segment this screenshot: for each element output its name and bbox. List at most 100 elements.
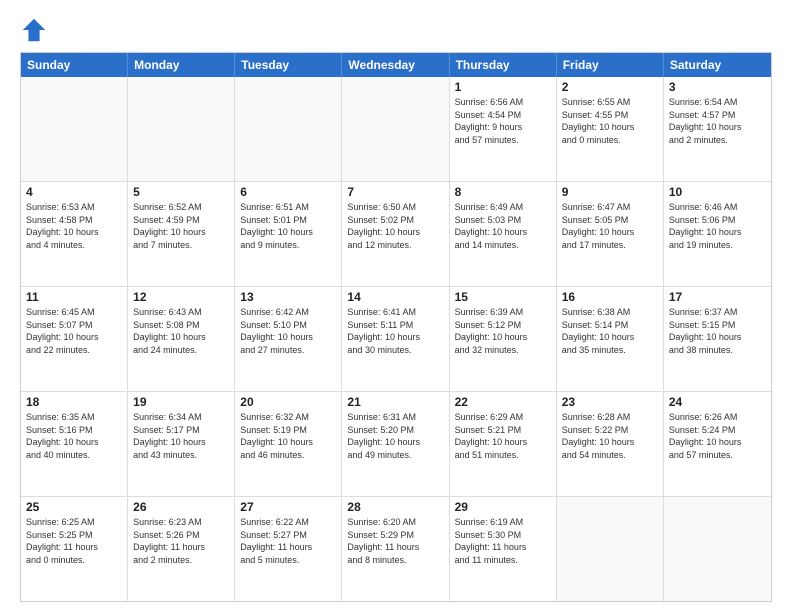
calendar-row: 18 Sunrise: 6:35 AMSunset: 5:16 PMDayligh… [21, 392, 771, 497]
calendar-cell: 25 Sunrise: 6:25 AMSunset: 5:25 PMDayligh… [21, 497, 128, 601]
day-info: Sunrise: 6:38 AMSunset: 5:14 PMDaylight:… [562, 306, 658, 356]
day-number: 17 [669, 290, 766, 304]
calendar-header-cell: Tuesday [235, 53, 342, 77]
day-info: Sunrise: 6:42 AMSunset: 5:10 PMDaylight:… [240, 306, 336, 356]
day-number: 7 [347, 185, 443, 199]
day-number: 29 [455, 500, 551, 514]
day-info: Sunrise: 6:19 AMSunset: 5:30 PMDaylight:… [455, 516, 551, 566]
day-info: Sunrise: 6:23 AMSunset: 5:26 PMDaylight:… [133, 516, 229, 566]
calendar-header-cell: Friday [557, 53, 664, 77]
day-info: Sunrise: 6:50 AMSunset: 5:02 PMDaylight:… [347, 201, 443, 251]
day-number: 20 [240, 395, 336, 409]
day-info: Sunrise: 6:32 AMSunset: 5:19 PMDaylight:… [240, 411, 336, 461]
page: SundayMondayTuesdayWednesdayThursdayFrid… [0, 0, 792, 612]
calendar-header-cell: Thursday [450, 53, 557, 77]
day-number: 15 [455, 290, 551, 304]
calendar-row: 25 Sunrise: 6:25 AMSunset: 5:25 PMDayligh… [21, 497, 771, 601]
day-number: 25 [26, 500, 122, 514]
calendar-cell: 14 Sunrise: 6:41 AMSunset: 5:11 PMDayligh… [342, 287, 449, 391]
calendar-cell [21, 77, 128, 181]
calendar-cell: 29 Sunrise: 6:19 AMSunset: 5:30 PMDayligh… [450, 497, 557, 601]
calendar-row: 4 Sunrise: 6:53 AMSunset: 4:58 PMDaylight… [21, 182, 771, 287]
calendar-cell [557, 497, 664, 601]
day-number: 18 [26, 395, 122, 409]
day-info: Sunrise: 6:43 AMSunset: 5:08 PMDaylight:… [133, 306, 229, 356]
calendar-header-row: SundayMondayTuesdayWednesdayThursdayFrid… [21, 53, 771, 77]
calendar-cell: 7 Sunrise: 6:50 AMSunset: 5:02 PMDaylight… [342, 182, 449, 286]
calendar-cell: 9Sunrise: 6:47 AMSunset: 5:05 PMDaylight… [557, 182, 664, 286]
day-number: 24 [669, 395, 766, 409]
logo-icon [20, 16, 48, 44]
calendar-cell: 28 Sunrise: 6:20 AMSunset: 5:29 PMDayligh… [342, 497, 449, 601]
calendar-cell: 1 Sunrise: 6:56 AMSunset: 4:54 PMDaylight… [450, 77, 557, 181]
calendar-cell [664, 497, 771, 601]
calendar-cell: 20 Sunrise: 6:32 AMSunset: 5:19 PMDayligh… [235, 392, 342, 496]
day-number: 3 [669, 80, 766, 94]
calendar-cell: 23 Sunrise: 6:28 AMSunset: 5:22 PMDayligh… [557, 392, 664, 496]
day-number: 2 [562, 80, 658, 94]
day-number: 9 [562, 185, 658, 199]
calendar-cell: 4 Sunrise: 6:53 AMSunset: 4:58 PMDaylight… [21, 182, 128, 286]
day-info: Sunrise: 6:41 AMSunset: 5:11 PMDaylight:… [347, 306, 443, 356]
calendar-cell: 10Sunrise: 6:46 AMSunset: 5:06 PMDayligh… [664, 182, 771, 286]
day-info: Sunrise: 6:52 AMSunset: 4:59 PMDaylight:… [133, 201, 229, 251]
day-number: 10 [669, 185, 766, 199]
day-info: Sunrise: 6:28 AMSunset: 5:22 PMDaylight:… [562, 411, 658, 461]
day-number: 8 [455, 185, 551, 199]
calendar-header-cell: Wednesday [342, 53, 449, 77]
calendar-cell: 16 Sunrise: 6:38 AMSunset: 5:14 PMDayligh… [557, 287, 664, 391]
day-number: 16 [562, 290, 658, 304]
calendar-cell: 21 Sunrise: 6:31 AMSunset: 5:20 PMDayligh… [342, 392, 449, 496]
day-number: 5 [133, 185, 229, 199]
day-number: 28 [347, 500, 443, 514]
day-info: Sunrise: 6:26 AMSunset: 5:24 PMDaylight:… [669, 411, 766, 461]
day-number: 22 [455, 395, 551, 409]
calendar: SundayMondayTuesdayWednesdayThursdayFrid… [20, 52, 772, 602]
day-info: Sunrise: 6:55 AMSunset: 4:55 PMDaylight:… [562, 96, 658, 146]
day-info: Sunrise: 6:56 AMSunset: 4:54 PMDaylight:… [455, 96, 551, 146]
calendar-cell: 6Sunrise: 6:51 AMSunset: 5:01 PMDaylight… [235, 182, 342, 286]
day-info: Sunrise: 6:29 AMSunset: 5:21 PMDaylight:… [455, 411, 551, 461]
calendar-header-cell: Saturday [664, 53, 771, 77]
day-number: 13 [240, 290, 336, 304]
day-number: 11 [26, 290, 122, 304]
calendar-cell: 8Sunrise: 6:49 AMSunset: 5:03 PMDaylight… [450, 182, 557, 286]
logo [20, 16, 52, 44]
calendar-cell: 12 Sunrise: 6:43 AMSunset: 5:08 PMDayligh… [128, 287, 235, 391]
calendar-cell: 2 Sunrise: 6:55 AMSunset: 4:55 PMDaylight… [557, 77, 664, 181]
calendar-cell: 11 Sunrise: 6:45 AMSunset: 5:07 PMDayligh… [21, 287, 128, 391]
day-number: 23 [562, 395, 658, 409]
day-info: Sunrise: 6:31 AMSunset: 5:20 PMDaylight:… [347, 411, 443, 461]
day-info: Sunrise: 6:53 AMSunset: 4:58 PMDaylight:… [26, 201, 122, 251]
day-number: 12 [133, 290, 229, 304]
day-info: Sunrise: 6:22 AMSunset: 5:27 PMDaylight:… [240, 516, 336, 566]
day-number: 27 [240, 500, 336, 514]
day-info: Sunrise: 6:25 AMSunset: 5:25 PMDaylight:… [26, 516, 122, 566]
calendar-cell: 19 Sunrise: 6:34 AMSunset: 5:17 PMDayligh… [128, 392, 235, 496]
calendar-cell: 22 Sunrise: 6:29 AMSunset: 5:21 PMDayligh… [450, 392, 557, 496]
day-info: Sunrise: 6:34 AMSunset: 5:17 PMDaylight:… [133, 411, 229, 461]
day-number: 4 [26, 185, 122, 199]
calendar-cell: 27 Sunrise: 6:22 AMSunset: 5:27 PMDayligh… [235, 497, 342, 601]
calendar-cell: 17Sunrise: 6:37 AMSunset: 5:15 PMDayligh… [664, 287, 771, 391]
header [20, 16, 772, 44]
day-info: Sunrise: 6:54 AMSunset: 4:57 PMDaylight:… [669, 96, 766, 146]
day-number: 1 [455, 80, 551, 94]
calendar-cell [235, 77, 342, 181]
calendar-cell: 13 Sunrise: 6:42 AMSunset: 5:10 PMDayligh… [235, 287, 342, 391]
calendar-header-cell: Monday [128, 53, 235, 77]
day-number: 21 [347, 395, 443, 409]
calendar-cell: 26Sunrise: 6:23 AMSunset: 5:26 PMDayligh… [128, 497, 235, 601]
day-number: 19 [133, 395, 229, 409]
calendar-cell: 24 Sunrise: 6:26 AMSunset: 5:24 PMDayligh… [664, 392, 771, 496]
calendar-cell [342, 77, 449, 181]
calendar-body: 1 Sunrise: 6:56 AMSunset: 4:54 PMDaylight… [21, 77, 771, 601]
day-info: Sunrise: 6:35 AMSunset: 5:16 PMDaylight:… [26, 411, 122, 461]
day-info: Sunrise: 6:20 AMSunset: 5:29 PMDaylight:… [347, 516, 443, 566]
calendar-row: 11 Sunrise: 6:45 AMSunset: 5:07 PMDayligh… [21, 287, 771, 392]
calendar-row: 1 Sunrise: 6:56 AMSunset: 4:54 PMDaylight… [21, 77, 771, 182]
day-info: Sunrise: 6:45 AMSunset: 5:07 PMDaylight:… [26, 306, 122, 356]
calendar-header-cell: Sunday [21, 53, 128, 77]
calendar-cell: 5 Sunrise: 6:52 AMSunset: 4:59 PMDaylight… [128, 182, 235, 286]
day-number: 14 [347, 290, 443, 304]
